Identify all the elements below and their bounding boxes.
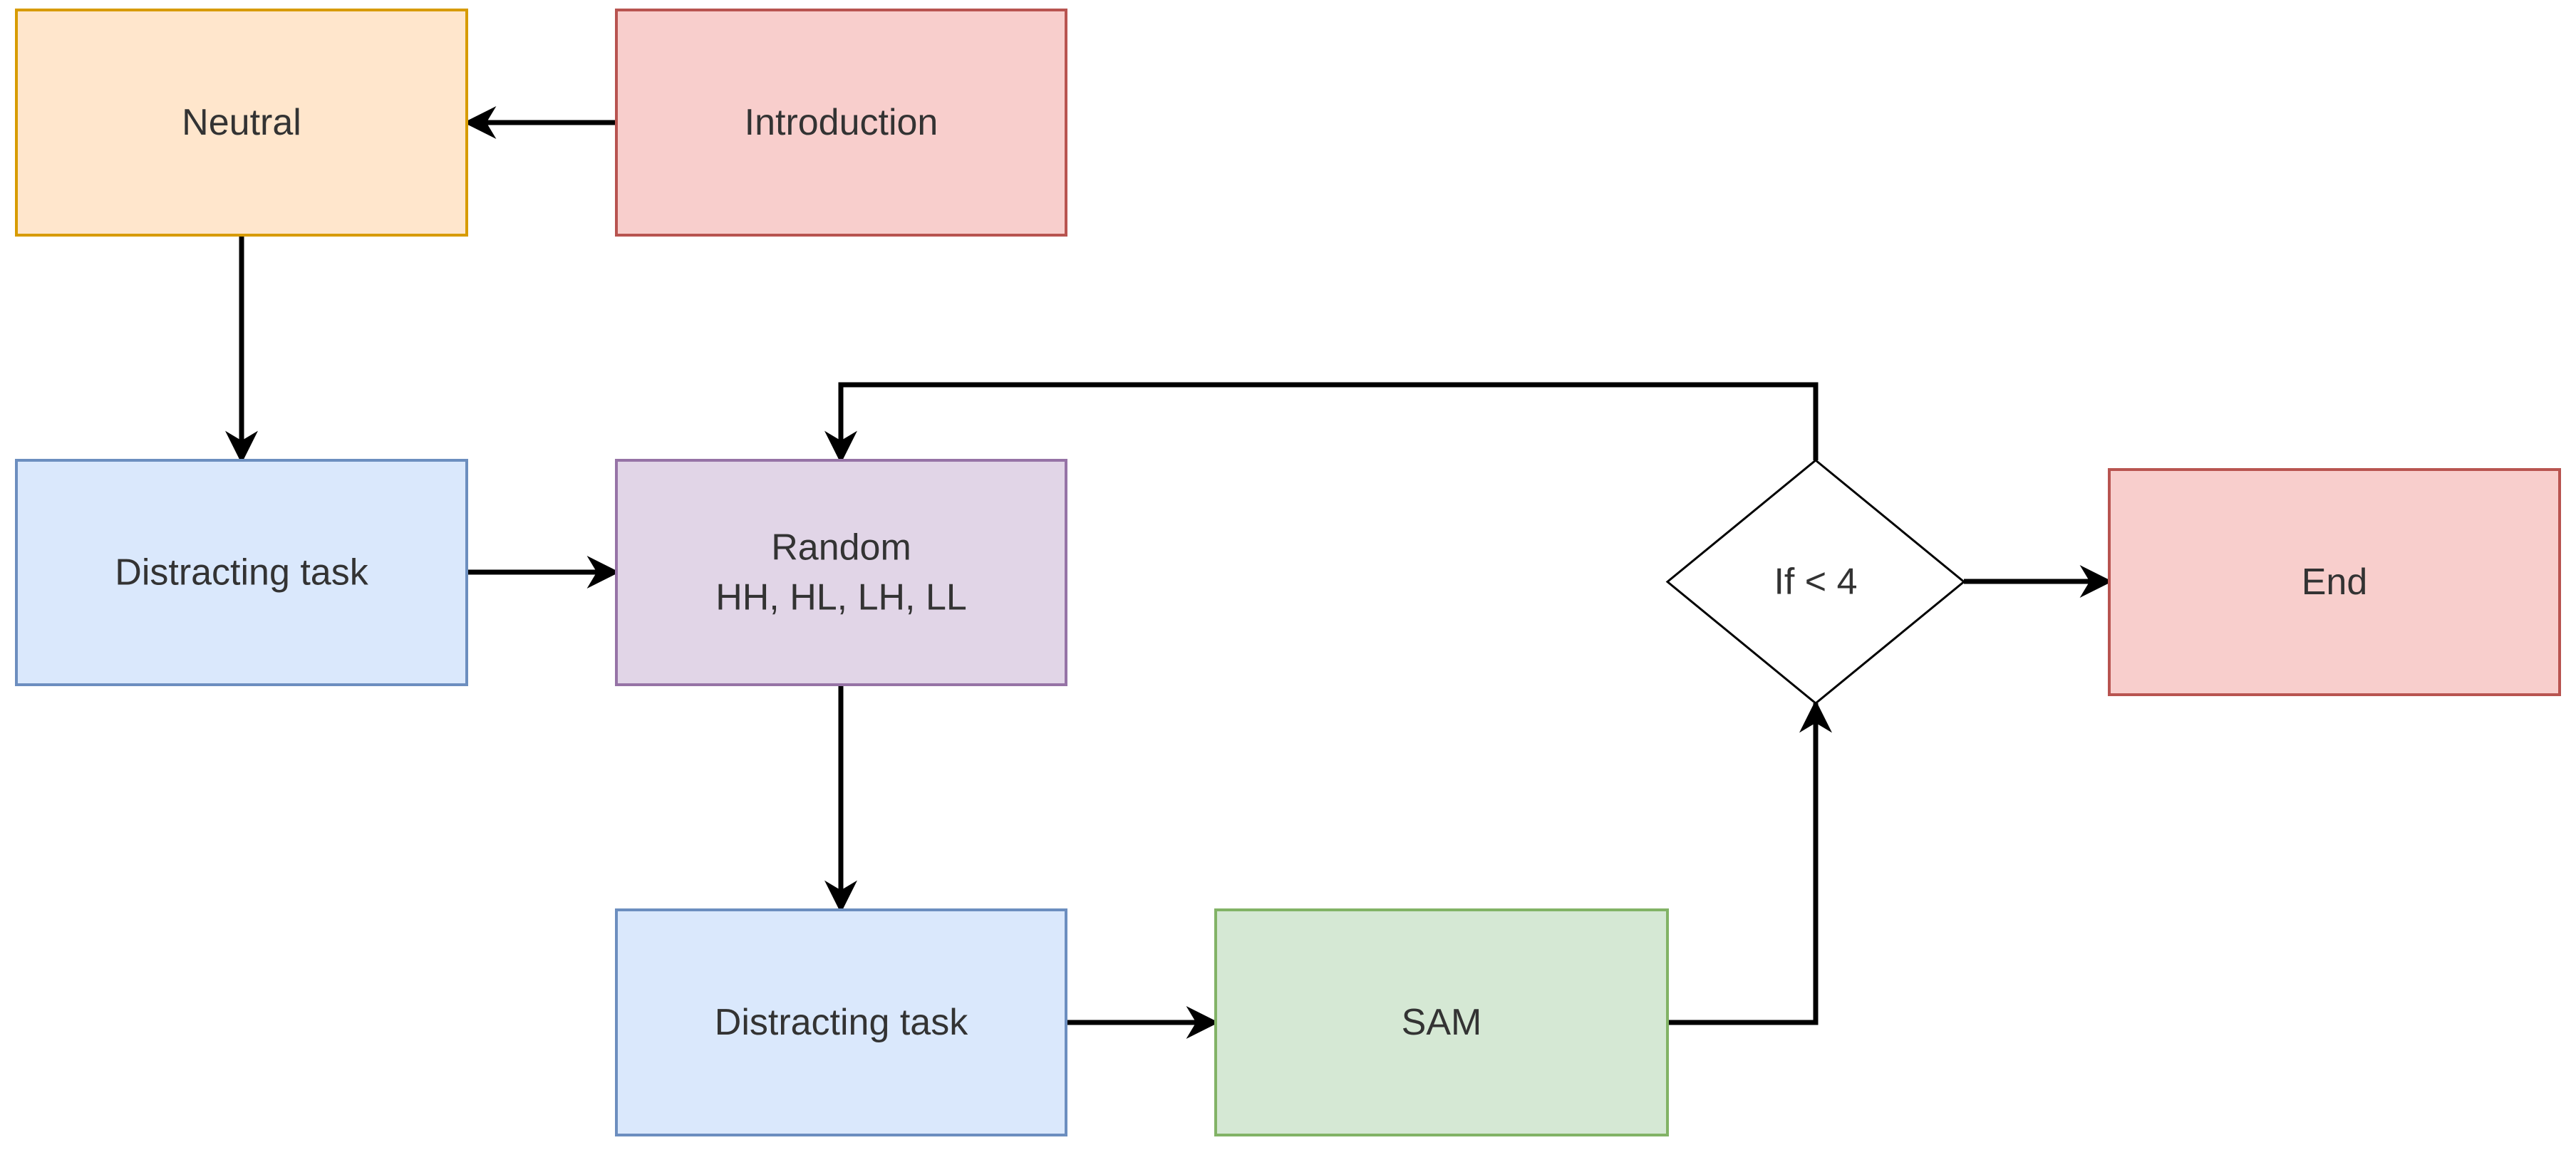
node-distracting-task-2[interactable]: Distracting task <box>615 908 1067 1136</box>
flowchart-diagram: Introduction Neutral Distracting task Rando… <box>15 9 2561 1136</box>
node-introduction[interactable]: Introduction <box>615 9 1067 237</box>
end-label: End <box>2302 561 2368 603</box>
node-neutral[interactable]: Neutral <box>15 9 468 237</box>
neutral-label: Neutral <box>182 102 301 143</box>
random-label-line-2: HH, HL, LH, LL <box>715 577 967 618</box>
nodes-layer: Introduction Neutral Distracting task Rando… <box>15 9 2561 1136</box>
node-end[interactable]: End <box>2108 468 2561 696</box>
node-sam[interactable]: SAM <box>1214 908 1669 1136</box>
introduction-label: Introduction <box>745 102 938 143</box>
random-box <box>615 459 1067 686</box>
node-decision[interactable]: If < 4 <box>1665 459 1966 705</box>
distracting-task-1-label: Distracting task <box>115 552 368 594</box>
node-random[interactable]: Random HH, HL, LH, LL <box>615 459 1067 686</box>
node-distracting-task-1[interactable]: Distracting task <box>15 459 468 686</box>
decision-label: If < 4 <box>1774 561 1857 603</box>
edge-decision-to-random <box>824 382 1819 464</box>
distracting-task-2-label: Distracting task <box>715 1002 968 1043</box>
edge-sam-to-decision <box>1667 700 1832 1025</box>
sam-label: SAM <box>1402 1002 1482 1043</box>
random-label-line-1: Random <box>771 527 911 569</box>
